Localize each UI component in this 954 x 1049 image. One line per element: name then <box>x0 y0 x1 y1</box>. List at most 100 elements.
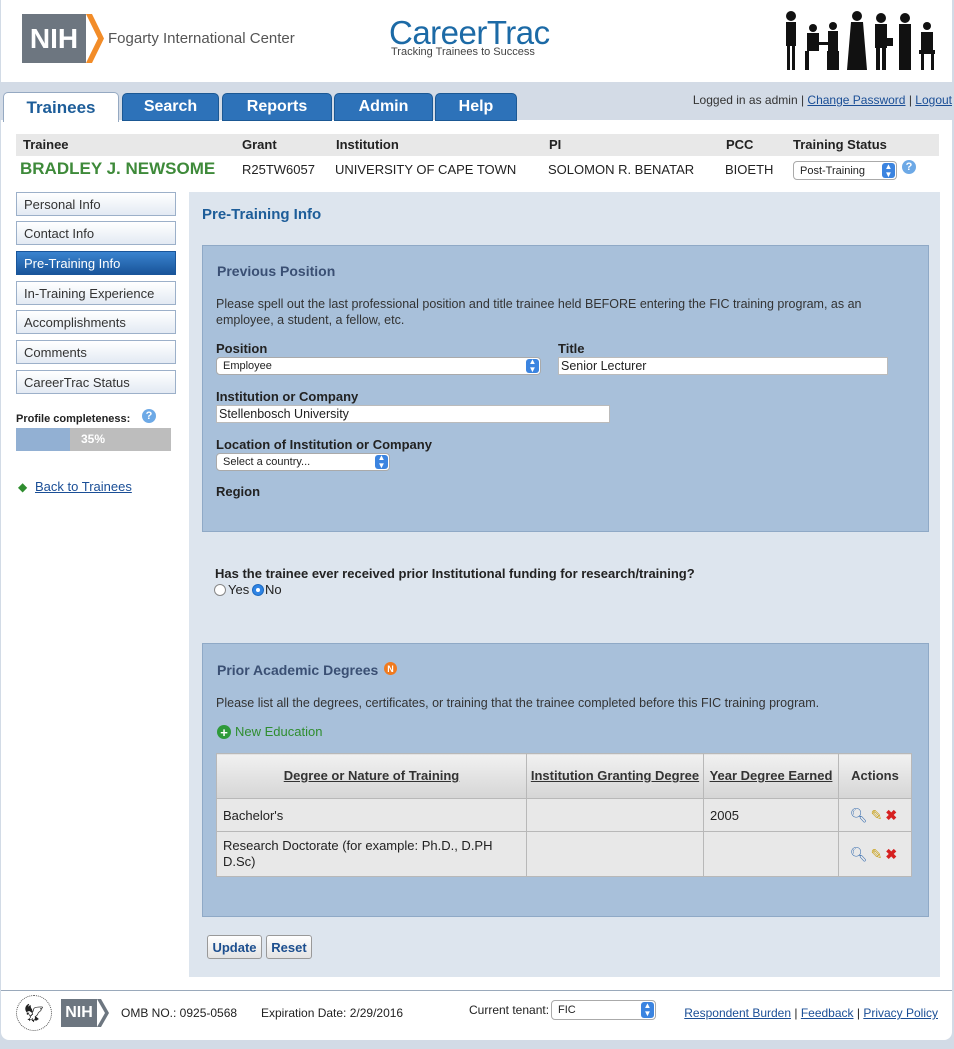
prior-degrees-title: Prior Academic Degrees <box>217 662 379 678</box>
row-year <box>703 831 839 877</box>
sidebar-item-pre-training-info[interactable]: Pre-Training Info <box>16 251 176 275</box>
profile-completeness-value: 35% <box>81 432 106 446</box>
column-degree[interactable]: Degree or Nature of Training <box>216 753 527 799</box>
new-education-link[interactable]: New Education <box>235 724 322 739</box>
magnifier-icon[interactable]: 🔍︎ <box>850 807 868 823</box>
sidebar-item-contact-info[interactable]: Contact Info <box>16 221 176 245</box>
training-status-select[interactable]: Post-Training ▲ ▼ <box>793 161 897 180</box>
header: NIH Fogarty International Center CareerT… <box>1 0 952 78</box>
location-label: Location of Institution or Company <box>216 437 432 452</box>
row-institution <box>526 798 704 832</box>
header-pcc: PCC <box>726 137 754 152</box>
omb-number: OMB NO.: 0925-0568 <box>121 1006 238 1020</box>
org-name: Fogarty International Center <box>108 30 295 47</box>
profile-completeness-fill <box>16 428 71 451</box>
header-grant: Grant <box>242 137 277 152</box>
sidebar-item-personal-info[interactable]: Personal Info <box>16 192 176 216</box>
footer-nih-logo: NIH <box>61 999 97 1027</box>
institution-input[interactable]: Stellenbosch University <box>216 405 610 423</box>
sidebar-item-accomplishments[interactable]: Accomplishments <box>16 310 176 334</box>
title-label: Title <box>558 341 585 356</box>
previous-position-description: Please spell out the last professional p… <box>216 297 862 327</box>
row-degree: Bachelor's <box>216 798 527 832</box>
help-icon[interactable]: ? <box>902 160 916 174</box>
select-arrow-icon: ▲ ▼ <box>882 162 895 178</box>
magnifier-icon[interactable]: 🔍︎ <box>850 846 868 862</box>
pencil-icon[interactable]: ✎ <box>871 807 883 823</box>
feedback-link[interactable]: Feedback <box>801 1006 854 1020</box>
training-status-value: Post-Training <box>800 164 866 177</box>
change-password-link[interactable]: Change Password <box>807 93 905 107</box>
funding-yes-label: Yes <box>228 582 250 597</box>
position-select[interactable]: Employee ▲ ▼ <box>216 357 541 375</box>
tenant-value: FIC <box>558 1004 576 1016</box>
tab-trainees[interactable]: Trainees <box>3 92 119 122</box>
title-input[interactable]: Senior Lecturer <box>558 357 888 375</box>
page-title: Pre-Training Info <box>202 206 322 223</box>
profile-help-icon[interactable]: ? <box>142 409 156 423</box>
funding-no-label: No <box>265 582 282 597</box>
people-silhouettes-icon <box>786 11 935 70</box>
logged-in-text: Logged in as admin | <box>692 93 805 107</box>
degrees-table-header: Degree or Nature of Training Institution… <box>216 753 912 799</box>
table-row: Research Doctorate (for example: Ph.D., … <box>216 831 912 877</box>
select-arrow-icon: ▲ ▼ <box>641 1002 654 1018</box>
logout-link[interactable]: Logout <box>915 93 952 107</box>
country-select[interactable]: Select a country... ▲ ▼ <box>216 453 390 471</box>
expiration-date: Expiration Date: 2/29/2016 <box>261 1006 404 1020</box>
nih-logo[interactable]: NIH <box>22 14 104 63</box>
tab-reports[interactable]: Reports <box>222 93 332 121</box>
prior-degrees-description: Please list all the degrees, certificate… <box>216 696 820 710</box>
profile-completeness-label: Profile completeness: <box>16 413 131 425</box>
row-actions: 🔍︎ ✎ ✖ <box>838 798 912 832</box>
column-institution[interactable]: Institution Granting Degree <box>526 753 704 799</box>
select-arrow-icon: ▲ ▼ <box>375 454 388 470</box>
trainee-pcc: BIOETH <box>725 162 774 177</box>
trainee-grid-header: Trainee Grant Institution PI PCC Trainin… <box>16 134 939 156</box>
sidebar-item-in-training-experience[interactable]: In-Training Experience <box>16 281 176 305</box>
header-pi: PI <box>549 137 562 152</box>
plus-icon[interactable]: + <box>217 725 231 739</box>
delete-icon[interactable]: ✖ <box>885 807 897 823</box>
column-actions: Actions <box>838 753 912 799</box>
position-label: Position <box>216 341 268 356</box>
trainee-grant: R25TW6057 <box>242 162 315 177</box>
nih-chevron-icon <box>86 14 104 63</box>
back-to-trainees-link[interactable]: Back to Trainees <box>35 479 132 494</box>
degrees-table: Degree or Nature of Training Institution… <box>216 753 912 877</box>
trainee-institution: UNIVERSITY OF CAPE TOWN <box>335 162 517 177</box>
delete-icon[interactable]: ✖ <box>885 846 897 862</box>
update-button[interactable]: Update <box>207 935 262 959</box>
row-degree: Research Doctorate (for example: Ph.D., … <box>216 831 527 877</box>
institution-label: Institution or Company <box>216 389 359 404</box>
page: NIH Fogarty International Center CareerT… <box>1 0 952 1040</box>
funding-yes-radio[interactable] <box>214 584 226 596</box>
country-value: Select a country... <box>223 456 311 468</box>
back-arrow-icon: ◆ <box>18 480 28 494</box>
sidebar-item-comments[interactable]: Comments <box>16 340 176 364</box>
footer-divider <box>1 990 952 991</box>
column-year[interactable]: Year Degree Earned <box>703 753 839 799</box>
sidebar-item-careertrac-status[interactable]: CareerTrac Status <box>16 370 176 394</box>
respondent-burden-link[interactable]: Respondent Burden <box>684 1006 791 1020</box>
hhs-eagle-icon: 🦅︎ <box>16 995 52 1031</box>
header-trainee: Trainee <box>23 137 69 152</box>
tenant-select[interactable]: FIC ▲ ▼ <box>551 1000 656 1020</box>
pencil-icon[interactable]: ✎ <box>871 846 883 862</box>
privacy-policy-link[interactable]: Privacy Policy <box>863 1006 938 1020</box>
profile-completeness-bar: 35% <box>16 428 171 451</box>
tab-help[interactable]: Help <box>435 93 517 121</box>
select-arrow-icon: ▲ ▼ <box>526 358 539 374</box>
reset-button[interactable]: Reset <box>266 935 312 959</box>
header-institution: Institution <box>336 137 399 152</box>
table-row: Bachelor's 2005 🔍︎ ✎ ✖ <box>216 798 912 832</box>
trainee-name: BRADLEY J. NEWSOME <box>20 159 216 178</box>
row-institution <box>526 831 704 877</box>
tab-search[interactable]: Search <box>122 93 219 121</box>
footer-nih-chevron-icon <box>97 999 109 1027</box>
trainee-pi: SOLOMON R. BENATAR <box>548 162 695 177</box>
tab-admin[interactable]: Admin <box>334 93 433 121</box>
header-training-status: Training Status <box>793 137 887 152</box>
funding-no-radio[interactable] <box>252 584 264 596</box>
nih-logo-text: NIH <box>22 14 86 63</box>
